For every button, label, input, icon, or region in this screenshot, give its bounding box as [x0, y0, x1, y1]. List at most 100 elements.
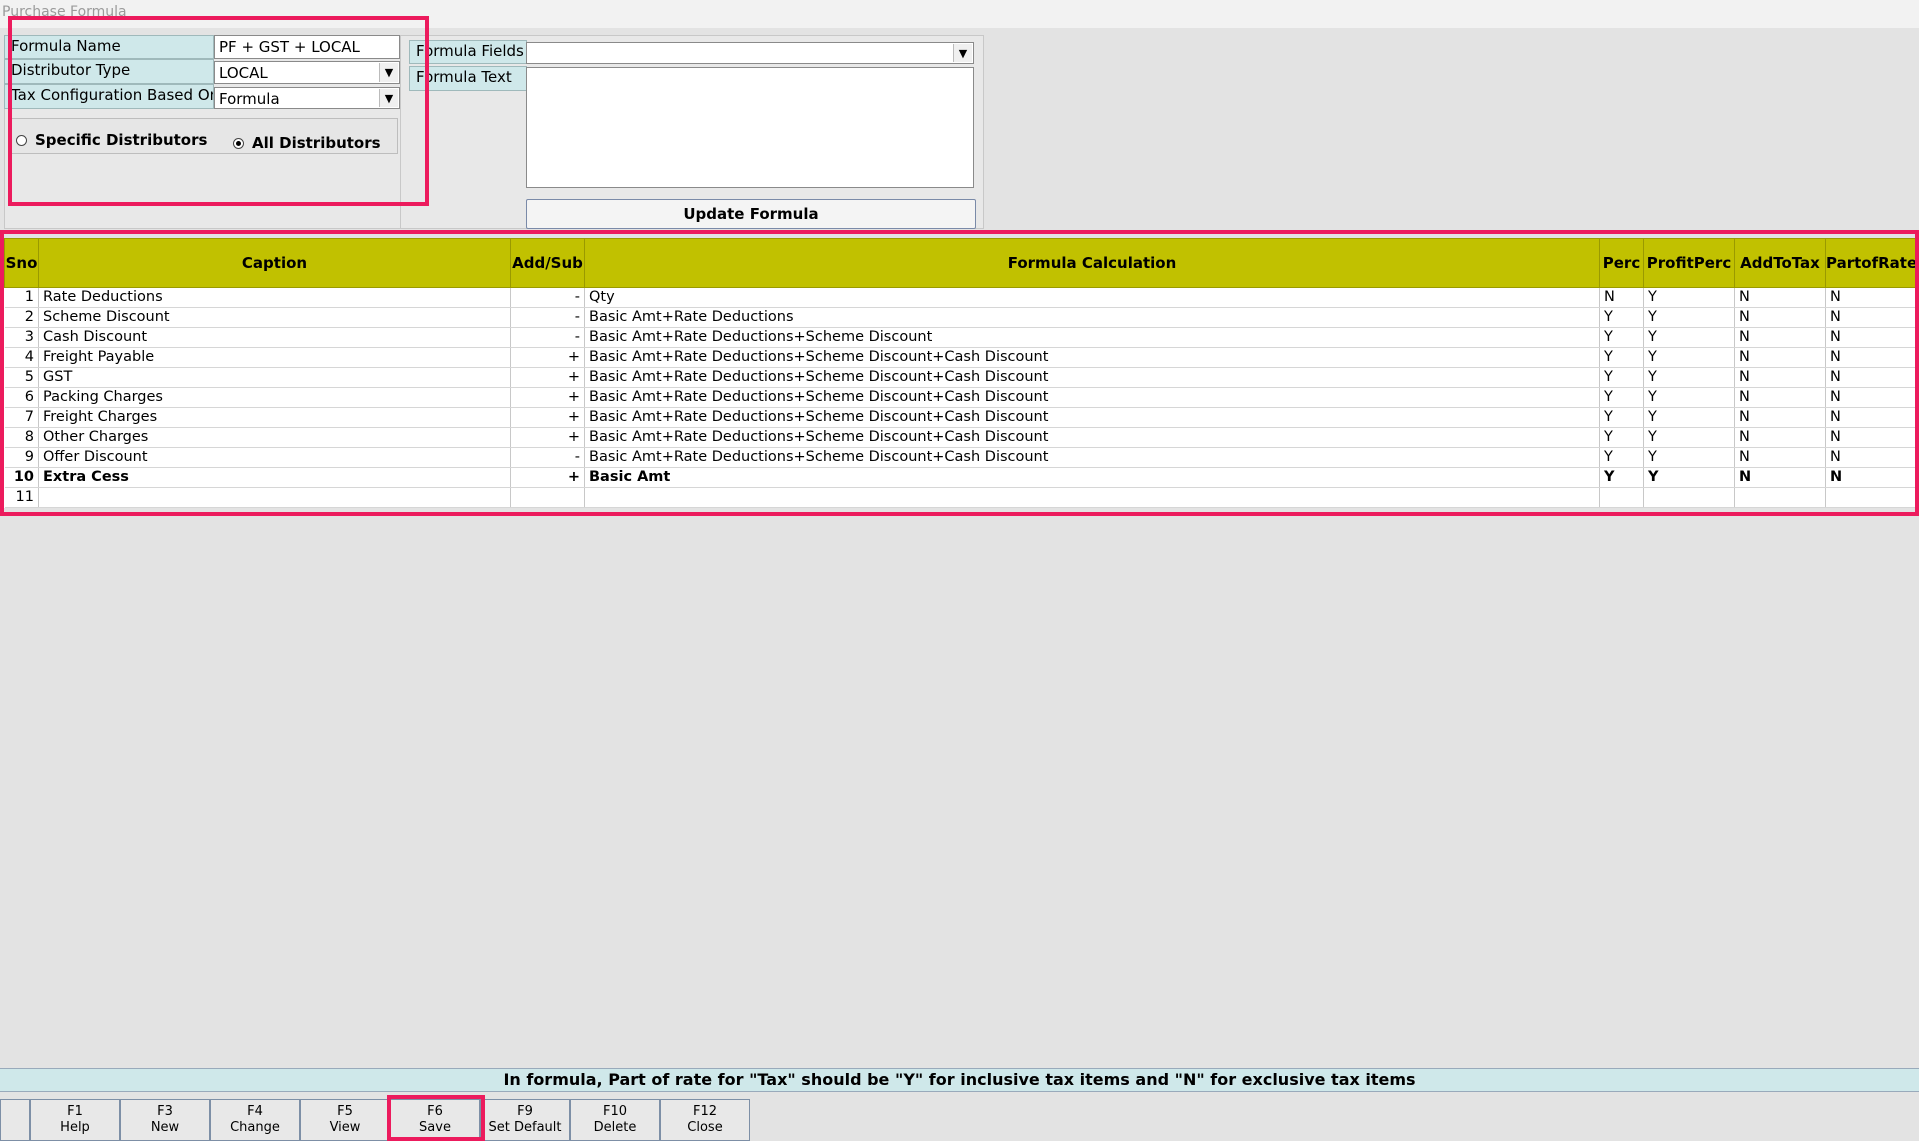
column-header-profitperc[interactable]: ProfitPerc [1643, 238, 1735, 288]
column-header-perc[interactable]: Perc [1599, 238, 1644, 288]
grid-cell-formula[interactable]: Basic Amt+Rate Deductions+Scheme Discoun… [584, 447, 1600, 468]
grid-cell-formula[interactable]: Basic Amt+Rate Deductions+Scheme Discoun… [584, 407, 1600, 428]
fkey-delete-button[interactable]: F10 Delete [570, 1099, 660, 1141]
radio-specific-distributors[interactable]: Specific Distributors [16, 131, 207, 149]
grid-cell-partofrate[interactable]: N [1825, 407, 1916, 428]
fkey-new-button[interactable]: F3 New [120, 1099, 210, 1141]
grid-cell-profitperc[interactable]: Y [1643, 467, 1735, 488]
grid-cell-perc[interactable]: Y [1599, 367, 1644, 388]
grid-cell-addsub[interactable]: + [510, 347, 585, 368]
grid-cell-profitperc[interactable] [1643, 487, 1735, 508]
grid-cell-formula[interactable]: Basic Amt+Rate Deductions+Scheme Discoun… [584, 387, 1600, 408]
grid-cell-addtotax[interactable]: N [1734, 447, 1826, 468]
table-row[interactable]: 2 Scheme Discount - Basic Amt+Rate Deductio… [4, 307, 1916, 328]
grid-cell-perc[interactable]: Y [1599, 447, 1644, 468]
grid-cell-partofrate[interactable]: N [1825, 307, 1916, 328]
grid-cell-addtotax[interactable]: N [1734, 347, 1826, 368]
table-row[interactable]: 11 [4, 487, 1916, 508]
grid-cell-addsub[interactable]: + [510, 407, 585, 428]
grid-cell-sno[interactable]: 11 [4, 487, 39, 508]
grid-cell-profitperc[interactable]: Y [1643, 407, 1735, 428]
grid-cell-partofrate[interactable]: N [1825, 427, 1916, 448]
grid-cell-addsub[interactable]: - [510, 447, 585, 468]
grid-cell-addtotax[interactable]: N [1734, 387, 1826, 408]
grid-cell-partofrate[interactable]: N [1825, 467, 1916, 488]
table-row[interactable]: 6 Packing Charges + Basic Amt+Rate Deductio… [4, 387, 1916, 408]
grid-cell-perc[interactable]: Y [1599, 427, 1644, 448]
grid-cell-partofrate[interactable]: N [1825, 287, 1916, 308]
grid-cell-formula[interactable]: Basic Amt+Rate Deductions+Scheme Discoun… [584, 367, 1600, 388]
radio-all-distributors[interactable]: All Distributors [233, 134, 381, 152]
chevron-down-icon[interactable]: ▼ [379, 63, 398, 82]
grid-cell-partofrate[interactable]: N [1825, 447, 1916, 468]
grid-cell-caption[interactable]: Rate Deductions [38, 287, 511, 308]
grid-cell-addtotax[interactable]: N [1734, 467, 1826, 488]
grid-cell-sno[interactable]: 1 [4, 287, 39, 308]
table-row[interactable]: 1 Rate Deductions - Qty N Y N N [4, 287, 1916, 308]
grid-cell-perc[interactable]: N [1599, 287, 1644, 308]
grid-cell-caption[interactable]: Freight Payable [38, 347, 511, 368]
grid-cell-sno[interactable]: 2 [4, 307, 39, 328]
table-row[interactable]: 3 Cash Discount - Basic Amt+Rate Deductions… [4, 327, 1916, 348]
grid-cell-formula[interactable]: Basic Amt+Rate Deductions+Scheme Discoun… [584, 327, 1600, 348]
grid-cell-sno[interactable]: 5 [4, 367, 39, 388]
grid-cell-sno[interactable]: 3 [4, 327, 39, 348]
formula-text-area[interactable] [526, 67, 974, 188]
grid-cell-perc[interactable]: Y [1599, 467, 1644, 488]
column-header-partofrate[interactable]: PartofRate [1825, 238, 1916, 288]
grid-cell-formula[interactable] [584, 487, 1600, 508]
grid-cell-partofrate[interactable]: N [1825, 367, 1916, 388]
grid-cell-addsub[interactable]: - [510, 307, 585, 328]
grid-cell-formula[interactable]: Basic Amt+Rate Deductions+Scheme Discoun… [584, 347, 1600, 368]
grid-cell-profitperc[interactable]: Y [1643, 327, 1735, 348]
table-row[interactable]: 5 GST + Basic Amt+Rate Deductions+Scheme Di… [4, 367, 1916, 388]
grid-cell-profitperc[interactable]: Y [1643, 427, 1735, 448]
grid-cell-perc[interactable]: Y [1599, 327, 1644, 348]
grid-cell-formula[interactable]: Basic Amt [584, 467, 1600, 488]
distributor-type-select[interactable]: LOCAL ▼ [214, 61, 400, 84]
column-header-addsub[interactable]: Add/Sub [510, 238, 585, 288]
grid-cell-addsub[interactable]: + [510, 387, 585, 408]
grid-cell-sno[interactable]: 6 [4, 387, 39, 408]
fkey-set-default-button[interactable]: F9 Set Default [480, 1099, 570, 1141]
grid-cell-perc[interactable]: Y [1599, 407, 1644, 428]
column-header-sno[interactable]: Sno [4, 238, 39, 288]
grid-cell-addsub[interactable]: + [510, 427, 585, 448]
grid-cell-partofrate[interactable]: N [1825, 327, 1916, 348]
grid-cell-formula[interactable]: Qty [584, 287, 1600, 308]
grid-cell-profitperc[interactable]: Y [1643, 367, 1735, 388]
grid-cell-formula[interactable]: Basic Amt+Rate Deductions [584, 307, 1600, 328]
table-row[interactable]: 7 Freight Charges + Basic Amt+Rate Deductio… [4, 407, 1916, 428]
grid-cell-addtotax[interactable]: N [1734, 427, 1826, 448]
table-row[interactable]: 9 Offer Discount - Basic Amt+Rate Deduction… [4, 447, 1916, 468]
grid-cell-perc[interactable]: Y [1599, 387, 1644, 408]
tax-config-select[interactable]: Formula ▼ [214, 87, 400, 109]
grid-cell-caption[interactable]: Freight Charges [38, 407, 511, 428]
grid-cell-partofrate[interactable] [1825, 487, 1916, 508]
fkey-save-button[interactable]: F6 Save [390, 1099, 480, 1141]
fkey-view-button[interactable]: F5 View [300, 1099, 390, 1141]
table-row[interactable]: 8 Other Charges + Basic Amt+Rate Deductions… [4, 427, 1916, 448]
grid-cell-partofrate[interactable]: N [1825, 387, 1916, 408]
grid-cell-perc[interactable]: Y [1599, 347, 1644, 368]
chevron-down-icon[interactable]: ▼ [379, 89, 398, 107]
grid-cell-addsub[interactable]: - [510, 287, 585, 308]
grid-cell-caption[interactable]: Scheme Discount [38, 307, 511, 328]
grid-cell-addsub[interactable]: - [510, 327, 585, 348]
grid-cell-caption[interactable]: GST [38, 367, 511, 388]
radio-unchecked-icon[interactable] [16, 134, 27, 146]
grid-cell-caption[interactable]: Cash Discount [38, 327, 511, 348]
grid-cell-sno[interactable]: 8 [4, 427, 39, 448]
column-header-formula[interactable]: Formula Calculation [584, 238, 1600, 288]
grid-cell-caption[interactable]: Packing Charges [38, 387, 511, 408]
grid-cell-sno[interactable]: 4 [4, 347, 39, 368]
grid-cell-addtotax[interactable]: N [1734, 327, 1826, 348]
grid-cell-caption[interactable]: Extra Cess [38, 467, 511, 488]
grid-cell-sno[interactable]: 7 [4, 407, 39, 428]
formula-name-input[interactable]: PF + GST + LOCAL [214, 35, 400, 59]
grid-cell-profitperc[interactable]: Y [1643, 287, 1735, 308]
grid-cell-caption[interactable] [38, 487, 511, 508]
update-formula-button[interactable]: Update Formula [526, 199, 976, 229]
formula-fields-select[interactable]: ▼ [526, 42, 974, 64]
grid-cell-addtotax[interactable]: N [1734, 367, 1826, 388]
